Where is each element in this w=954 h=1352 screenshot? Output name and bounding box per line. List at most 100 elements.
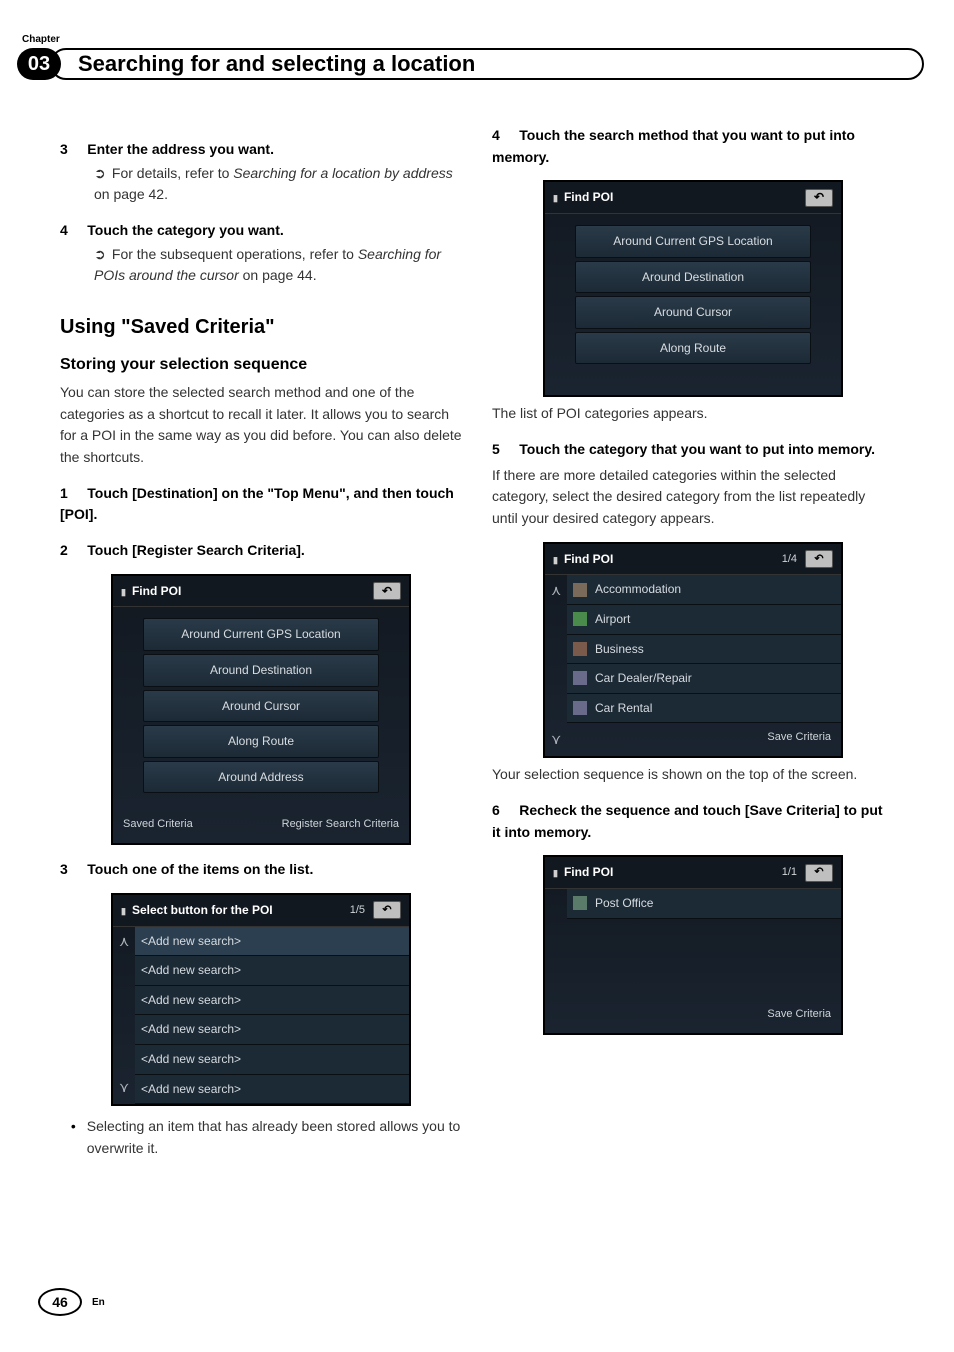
- paragraph: If there are more detailed categories wi…: [492, 465, 894, 530]
- list-item: Business: [567, 635, 841, 665]
- step-number: 2: [60, 542, 68, 558]
- step-title: Touch the category that you want to put …: [519, 441, 875, 457]
- bullet-icon: •: [60, 1116, 87, 1159]
- screenshot-select-button: Select button for the POI 1/5 ↶ ⋏ ⋎ <Add …: [111, 893, 411, 1106]
- reference-arrow-icon: ➲: [94, 244, 108, 266]
- screenshot-find-poi-menu: Find POI ↶ Around Current GPS Location A…: [111, 574, 411, 846]
- screenshot-title: Find POI: [564, 188, 613, 207]
- step-number: 3: [60, 861, 68, 877]
- heading-prefix: Using: [60, 316, 121, 338]
- back-icon: ↶: [805, 864, 833, 882]
- car-rental-icon: [573, 701, 587, 715]
- page-footer: 46 En: [38, 1288, 105, 1316]
- step-4: 4 Touch the category you want.: [60, 220, 462, 242]
- car-dealer-icon: [573, 671, 587, 685]
- screenshot-title: Select button for the POI: [132, 901, 273, 920]
- section-heading: Using "Saved Criteria": [60, 312, 462, 343]
- screenshot-final-sequence: Find POI 1/1 ↶ Post Office Save Criteria: [543, 855, 843, 1035]
- paragraph: You can store the selected search method…: [60, 382, 462, 469]
- bullet-text: Selecting an item that has already been …: [87, 1116, 462, 1159]
- list-item: <Add new search>: [135, 956, 409, 986]
- paragraph: Your selection sequence is shown on the …: [492, 764, 894, 786]
- sub-suffix: on page 44.: [243, 267, 317, 283]
- list-item: Car Dealer/Repair: [567, 664, 841, 694]
- list-item: Post Office: [567, 889, 841, 919]
- step-title: Recheck the sequence and touch [Save Cri…: [492, 802, 883, 840]
- list-item: Airport: [567, 605, 841, 635]
- pin-icon: [121, 901, 128, 920]
- footer-right-label: Save Criteria: [767, 1006, 831, 1023]
- back-icon: ↶: [805, 189, 833, 207]
- list-item-label: Car Rental: [595, 699, 652, 718]
- menu-item: Along Route: [575, 332, 811, 365]
- screenshot-title: Find POI: [564, 863, 613, 882]
- footer-right-label: Save Criteria: [767, 729, 831, 746]
- footer-right-label: Register Search Criteria: [282, 816, 399, 833]
- step-number: 3: [60, 141, 68, 157]
- list-item-label: Business: [595, 640, 644, 659]
- menu-item: Around Cursor: [575, 296, 811, 329]
- list-item-label: Post Office: [595, 894, 653, 913]
- sub-prefix: For the subsequent operations, refer to: [112, 246, 358, 262]
- chapter-label: Chapter: [22, 34, 60, 45]
- scroll-up-icon: ⋏: [119, 931, 135, 953]
- heading-quoted: "Saved Criteria": [121, 316, 274, 338]
- sub-suffix: on page 42.: [94, 186, 168, 202]
- list-item: <Add new search>: [135, 1015, 409, 1045]
- screenshot-find-poi-search-method: Find POI ↶ Around Current GPS Location A…: [543, 180, 843, 397]
- list-item-label: Accommodation: [595, 580, 681, 599]
- step-title: Touch one of the items on the list.: [87, 861, 313, 877]
- step-title: Touch [Register Search Criteria].: [87, 542, 305, 558]
- step-6: 6 Recheck the sequence and touch [Save C…: [492, 800, 894, 843]
- post-office-icon: [573, 896, 587, 910]
- menu-item: Around Cursor: [143, 690, 379, 723]
- step-3: 3 Enter the address you want.: [60, 139, 462, 161]
- back-icon: ↶: [373, 901, 401, 919]
- step-number: 5: [492, 441, 500, 457]
- pin-icon: [553, 863, 560, 882]
- screenshot-title: Find POI: [564, 550, 613, 569]
- step-number: 4: [60, 222, 68, 238]
- menu-item: Around Destination: [575, 261, 811, 294]
- page-indicator: 1/5: [350, 902, 365, 919]
- step-number: 1: [60, 485, 68, 501]
- page-indicator: 1/4: [782, 551, 797, 568]
- page-number: 46: [38, 1288, 82, 1316]
- back-icon: ↶: [373, 582, 401, 600]
- screenshot-title: Find POI: [132, 582, 181, 601]
- step-2: 2 Touch [Register Search Criteria].: [60, 540, 462, 562]
- left-column: 3 Enter the address you want. ➲ For deta…: [60, 125, 462, 1160]
- footer-left-label: Saved Criteria: [123, 816, 193, 833]
- page-title: Searching for and selecting a location: [78, 51, 475, 77]
- reference-link: Searching for a location by address: [233, 165, 452, 181]
- step-4-right: 4 Touch the search method that you want …: [492, 125, 894, 168]
- menu-item: Around Address: [143, 761, 379, 794]
- pin-icon: [553, 550, 560, 569]
- list-item: Car Rental: [567, 694, 841, 724]
- step-title: Touch the search method that you want to…: [492, 127, 855, 165]
- scroll-down-icon: ⋎: [551, 729, 567, 751]
- list-item-label: Car Dealer/Repair: [595, 669, 692, 688]
- menu-item: Around Current GPS Location: [143, 618, 379, 651]
- list-item-label: Airport: [595, 610, 630, 629]
- step-4-sub: ➲ For the subsequent operations, refer t…: [94, 244, 462, 287]
- step-title: Touch [Destination] on the "Top Menu", a…: [60, 485, 454, 523]
- step-title: Enter the address you want.: [87, 141, 274, 157]
- step-title: Touch the category you want.: [87, 222, 284, 238]
- menu-item: Around Destination: [143, 654, 379, 687]
- right-column: 4 Touch the search method that you want …: [492, 125, 894, 1160]
- back-icon: ↶: [805, 550, 833, 568]
- scroll-arrows: ⋏⋎: [551, 580, 567, 751]
- step-number: 6: [492, 802, 500, 818]
- page-language: En: [92, 1297, 105, 1308]
- scroll-down-icon: ⋎: [119, 1077, 135, 1099]
- menu-item: Around Current GPS Location: [575, 225, 811, 258]
- step-5: 5 Touch the category that you want to pu…: [492, 439, 894, 461]
- accommodation-icon: [573, 583, 587, 597]
- menu-item: Along Route: [143, 725, 379, 758]
- bullet-item: • Selecting an item that has already bee…: [60, 1116, 462, 1159]
- reference-arrow-icon: ➲: [94, 163, 108, 185]
- pin-icon: [121, 582, 128, 601]
- list-item: <Add new search>: [135, 1075, 409, 1105]
- pin-icon: [553, 188, 560, 207]
